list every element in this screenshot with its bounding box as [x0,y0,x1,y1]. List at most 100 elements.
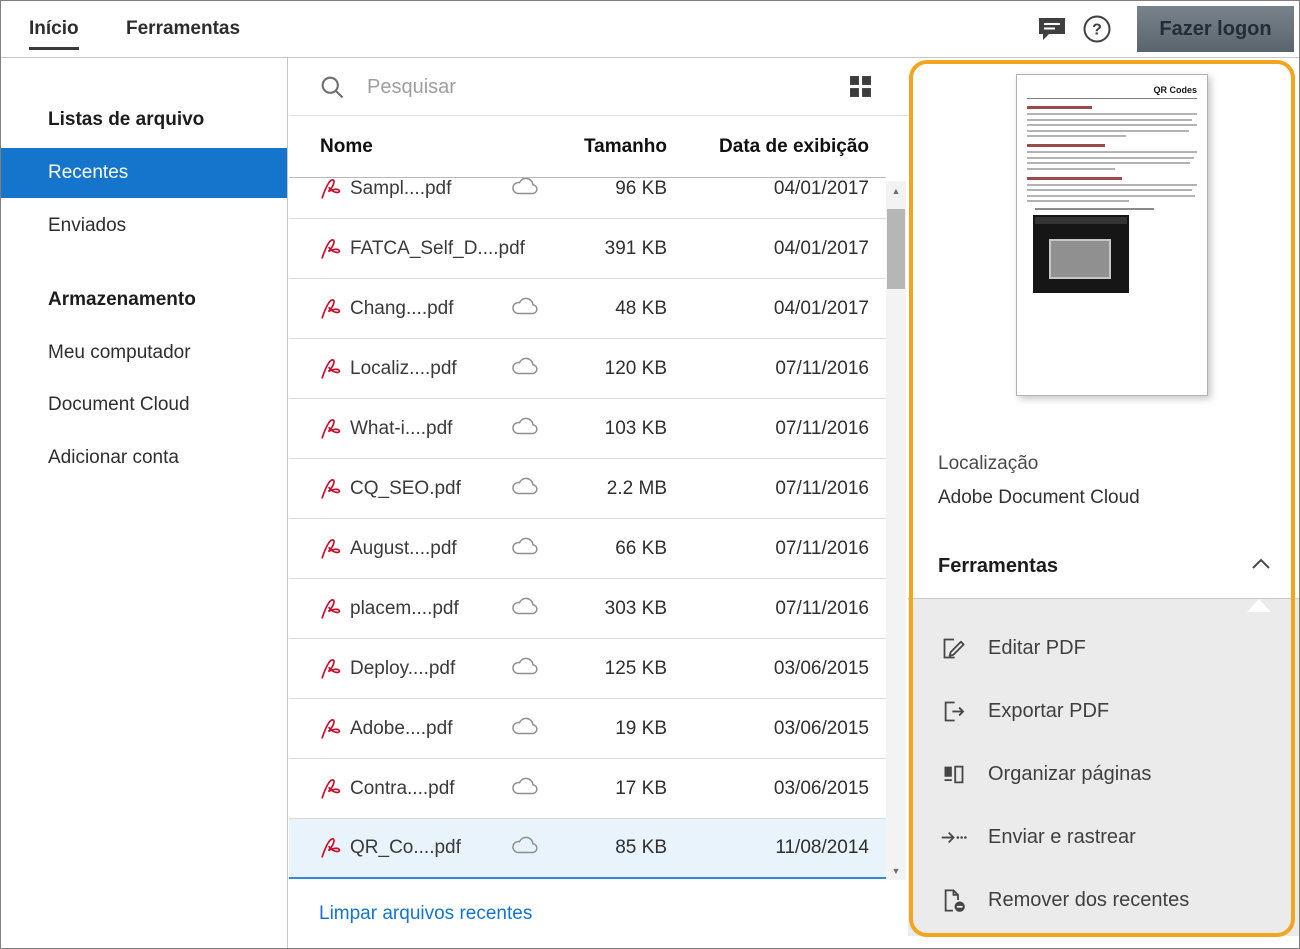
sign-in-button[interactable]: Fazer logon [1137,6,1294,52]
sidebar-item-label: Document Cloud [48,394,190,415]
location-value: Adobe Document Cloud [938,487,1140,508]
file-row[interactable]: Chang....pdf 48 KB 04/01/2017 [289,279,886,339]
scrollbar-thumb[interactable] [887,209,905,289]
preview-screenshot-toolbar [1035,217,1127,224]
file-list-pane: Nome Tamanho Data de exibição Sampl....p… [289,58,908,948]
file-size: 19 KB [615,717,667,739]
pdf-file-icon [320,778,350,800]
preview-text-line [1035,208,1154,210]
column-header-data[interactable]: Data de exibição [667,136,869,158]
feedback-chat-button[interactable] [1037,16,1067,45]
preview-text-line [1027,200,1129,202]
tab-inicio[interactable]: Início [29,1,79,57]
sidebar-section-file-lists: Listas de arquivo [48,109,205,130]
svg-text:?: ? [1092,22,1102,39]
file-date: 03/06/2015 [773,717,869,739]
cloud-icon [495,716,555,742]
pdf-file-icon [320,178,350,200]
grid-view-icon [849,76,872,101]
preview-text-line [1027,176,1123,180]
scrollbar-up-arrow[interactable]: ▲ [886,181,906,201]
search-bar [289,58,908,116]
tab-ferramentas[interactable]: Ferramentas [126,1,240,57]
preview-text-line [1027,106,1092,109]
tools-section-header[interactable]: Ferramentas [938,548,1271,584]
tool-item[interactable]: Remover dos recentes [938,869,1299,932]
preview-text-line [1027,113,1197,115]
tool-item[interactable]: Enviar e rastrear [938,806,1299,869]
sidebar-item-meu-computador[interactable]: Meu computador [1,327,287,379]
grid-view-button[interactable] [849,75,872,101]
preview-doc-title: QR Codes [1027,85,1197,99]
sidebar-item-recentes[interactable]: Recentes [1,148,287,198]
file-size: 303 KB [604,597,667,619]
pdf-file-icon [320,358,350,380]
export-pdf-icon [938,698,968,725]
file-row[interactable]: QR_Co....pdf 85 KB 11/08/2014 [289,819,886,879]
file-size: 391 KB [604,237,667,259]
tool-label: Exportar PDF [988,700,1110,722]
file-row[interactable]: Deploy....pdf 125 KB 03/06/2015 [289,639,886,699]
preview-screenshot-block [1033,215,1129,293]
file-row[interactable]: Sampl....pdf 96 KB 04/01/2017 [289,178,886,219]
location-label: Localização [938,453,1039,474]
file-size: 125 KB [604,657,667,679]
preview-text-lines [1027,106,1197,210]
file-row[interactable]: August....pdf 66 KB 07/11/2016 [289,519,886,579]
preview-text-line [1027,194,1196,197]
pdf-file-icon [320,658,350,680]
tool-item[interactable]: Exportar PDF [938,680,1299,743]
file-row[interactable]: Contra....pdf 17 KB 03/06/2015 [289,759,886,819]
list-scrollbar[interactable]: ▲ ▼ [886,181,906,881]
file-size: 17 KB [615,777,667,799]
tool-label: Organizar páginas [988,763,1152,785]
sidebar-item-document-cloud[interactable]: Document Cloud [1,379,287,431]
file-size: 66 KB [615,537,667,559]
column-header-tamanho[interactable]: Tamanho [555,136,667,158]
preview-screenshot-dialog [1049,239,1111,279]
file-row[interactable]: FATCA_Self_D....pdf 391 KB 04/01/2017 [289,219,886,279]
tools-panel-notch [1247,599,1271,612]
scrollbar-down-arrow[interactable]: ▼ [886,861,906,881]
cloud-icon [495,536,555,562]
file-name: Sampl....pdf [350,178,452,199]
tool-item[interactable]: Organizar páginas [938,743,1299,806]
help-button[interactable]: ? [1082,14,1112,47]
edit-pdf-icon [938,635,968,662]
chat-bubble-icon [1037,18,1067,45]
file-row[interactable]: CQ_SEO.pdf 2.2 MB 07/11/2016 [289,459,886,519]
file-name: Contra....pdf [350,777,455,799]
sidebar-item-adicionar-conta[interactable]: Adicionar conta [1,432,287,484]
preview-text-line [1027,124,1197,126]
preview-text-line [1027,151,1197,153]
cloud-icon [495,416,555,442]
clear-recent-files-link[interactable]: Limpar arquivos recentes [319,903,532,925]
search-input[interactable] [367,68,797,106]
sign-in-label: Fazer logon [1159,17,1272,40]
pdf-file-icon [320,298,350,320]
file-row[interactable]: Adobe....pdf 19 KB 03/06/2015 [289,699,886,759]
sidebar: Listas de arquivo Recentes Enviados Arma… [1,58,288,948]
list-footer: Limpar arquivos recentes [289,880,908,948]
file-date: 07/11/2016 [775,417,869,439]
tools-panel-background: Editar PDF Exportar PDF Organizar página… [908,598,1299,936]
pdf-file-icon [320,598,350,620]
chevron-up-icon[interactable] [1251,557,1271,575]
file-row[interactable]: What-i....pdf 103 KB 07/11/2016 [289,399,886,459]
file-row[interactable]: placem....pdf 303 KB 07/11/2016 [289,579,886,639]
file-date: 07/11/2016 [775,357,869,379]
top-navigation-bar: Início Ferramentas ? Fazer logon [1,1,1299,58]
file-name: Deploy....pdf [350,657,456,679]
send-track-icon [938,824,968,851]
tool-item[interactable]: Editar PDF [938,617,1299,680]
tool-label: Enviar e rastrear [988,826,1136,848]
file-name: CQ_SEO.pdf [350,477,461,499]
column-header-nome[interactable]: Nome [320,136,495,158]
preview-text-line [1027,167,1116,170]
file-name: placem....pdf [350,597,459,619]
file-row[interactable]: Localiz....pdf 120 KB 07/11/2016 [289,339,886,399]
file-size: 96 KB [615,178,667,199]
sidebar-item-label: Enviados [48,215,127,236]
preview-text-line [1027,183,1197,186]
sidebar-item-enviados[interactable]: Enviados [1,200,287,252]
